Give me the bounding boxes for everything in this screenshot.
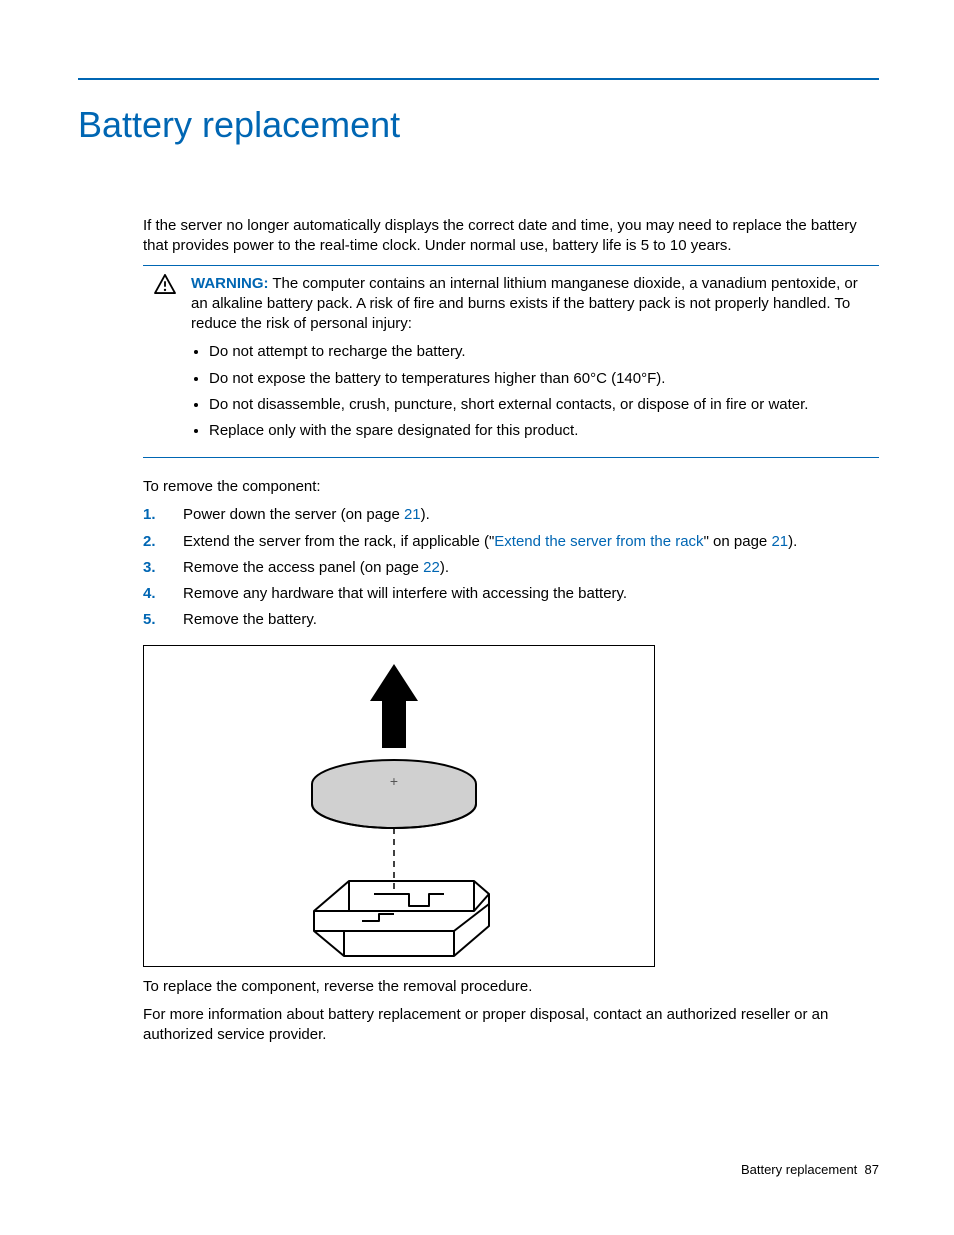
footer-page-number: 87 <box>865 1162 879 1177</box>
closing-2: For more information about battery repla… <box>143 1005 879 1046</box>
battery-removal-diagram: + <box>143 645 655 967</box>
warning-bullet: Do not disassemble, crush, puncture, sho… <box>209 395 875 415</box>
warning-bullet: Do not attempt to recharge the battery. <box>209 342 875 362</box>
page-footer: Battery replacement 87 <box>741 1162 879 1177</box>
steps-list: Power down the server (on page 21). Exte… <box>143 505 879 630</box>
remove-label: To remove the component: <box>143 478 879 495</box>
step-3: Remove the access panel (on page 22). <box>183 558 879 578</box>
warning-box: WARNING: The computer contains an intern… <box>143 265 879 459</box>
xref-page-22[interactable]: 22 <box>423 559 440 576</box>
document-page: Battery replacement If the server no lon… <box>0 0 954 1235</box>
warning-bullet: Replace only with the spare designated f… <box>209 421 875 441</box>
warning-bullets: Do not attempt to recharge the battery. … <box>209 342 875 441</box>
warning-body: The computer contains an internal lithiu… <box>191 275 858 333</box>
step-4: Remove any hardware that will interfere … <box>183 584 879 604</box>
page-title: Battery replacement <box>78 104 879 146</box>
xref-page-21b[interactable]: 21 <box>771 533 788 550</box>
step-1: Power down the server (on page 21). <box>183 505 879 525</box>
step-5: Remove the battery. <box>183 610 879 630</box>
svg-text:+: + <box>390 773 398 789</box>
footer-section: Battery replacement <box>741 1162 857 1177</box>
warning-bullet: Do not expose the battery to temperature… <box>209 369 875 389</box>
closing-1: To replace the component, reverse the re… <box>143 977 879 997</box>
body-content: If the server no longer automatically di… <box>143 216 879 1045</box>
step-2: Extend the server from the rack, if appl… <box>183 532 879 552</box>
xref-extend-server[interactable]: Extend the server from the rack <box>494 533 703 550</box>
top-rule <box>78 78 879 80</box>
xref-page-21[interactable]: 21 <box>404 506 421 523</box>
warning-text: WARNING: The computer contains an intern… <box>191 274 875 335</box>
warning-icon <box>154 281 176 298</box>
intro-paragraph: If the server no longer automatically di… <box>143 216 879 257</box>
warning-label: WARNING: <box>191 275 269 292</box>
